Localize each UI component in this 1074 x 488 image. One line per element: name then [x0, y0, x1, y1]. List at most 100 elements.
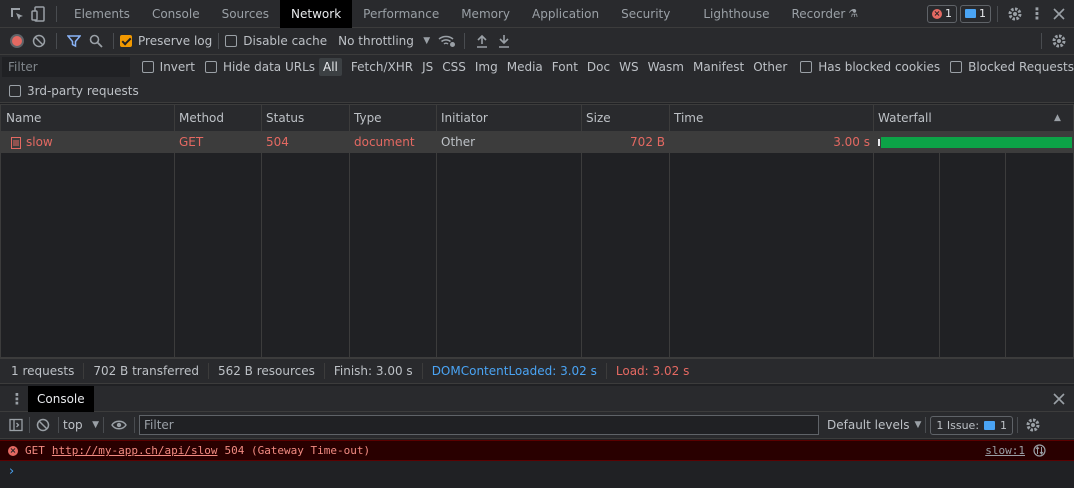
device-toolbar-icon[interactable] [28, 3, 50, 25]
network-request-table: Name Method Status Type Initiator Size T… [0, 104, 1074, 358]
close-devtools-icon[interactable] [1048, 3, 1070, 25]
disable-cache-checkbox[interactable]: Disable cache [225, 34, 327, 48]
console-settings-gear-icon[interactable] [1022, 414, 1044, 436]
request-time: 3.00 s [833, 135, 870, 149]
column-header-name[interactable]: Name [2, 105, 41, 132]
column-header-time[interactable]: Time [670, 105, 703, 132]
show-console-sidebar-icon[interactable] [5, 414, 27, 436]
dom-content-loaded-time: DOMContentLoaded: 3.02 s [423, 363, 607, 379]
waterfall-grid-line [1005, 153, 1006, 357]
column-header-size[interactable]: Size [582, 105, 611, 132]
sort-ascending-icon: ▲ [1054, 113, 1061, 123]
type-filter-other[interactable]: Other [749, 58, 791, 76]
tab-elements[interactable]: Elements [63, 0, 141, 28]
type-filter-img[interactable]: Img [471, 58, 502, 76]
request-type: document [354, 135, 415, 149]
column-divider [873, 105, 874, 357]
drawer-header: ⋮ Console [0, 385, 1074, 412]
invert-check[interactable] [141, 61, 154, 73]
divider [1017, 417, 1019, 433]
console-filter-input[interactable]: Filter [139, 415, 819, 435]
inspect-element-icon[interactable] [6, 3, 28, 25]
tab-network[interactable]: Network [280, 0, 353, 28]
more-options-icon[interactable]: ⋮ [1026, 3, 1048, 25]
export-har-icon[interactable] [493, 30, 515, 52]
blocked-requests-check[interactable] [950, 61, 963, 73]
column-header-type[interactable]: Type [350, 105, 382, 132]
record-stop-icon[interactable] [6, 30, 28, 52]
type-filter-media[interactable]: Media [503, 58, 547, 76]
third-party-check[interactable] [9, 84, 21, 97]
tab-sources[interactable]: Sources [211, 0, 280, 28]
network-settings-gear-icon[interactable] [1048, 30, 1070, 52]
third-party-requests-checkbox[interactable]: 3rd-party requests [9, 84, 139, 98]
preserve-log-checkbox[interactable]: Preserve log [120, 34, 212, 48]
type-filter-manifest[interactable]: Manifest [689, 58, 748, 76]
table-header: Name Method Status Type Initiator Size T… [1, 105, 1073, 132]
network-request-icon[interactable] [1028, 440, 1050, 462]
preserve-log-check[interactable] [120, 35, 132, 47]
filter-funnel-icon[interactable] [63, 30, 85, 52]
error-source-link[interactable]: slow:1 [985, 444, 1025, 457]
type-filter-doc[interactable]: Doc [583, 58, 614, 76]
type-filter-fetch-xhr[interactable]: Fetch/XHR [347, 58, 417, 76]
type-filter-css[interactable]: CSS [438, 58, 470, 76]
column-header-method[interactable]: Method [175, 105, 224, 132]
tab-recorder[interactable]: Recorder [781, 0, 857, 28]
throttling-select[interactable]: No throttling ▼ [338, 34, 430, 48]
request-method: GET [179, 135, 204, 149]
divider [1041, 33, 1042, 49]
column-divider [581, 105, 582, 357]
column-header-initiator[interactable]: Initiator [437, 105, 488, 132]
type-filter-js[interactable]: JS [418, 58, 437, 76]
divider [103, 417, 104, 433]
error-icon: × [932, 8, 942, 19]
blocked-requests-checkbox[interactable]: Blocked Requests [950, 60, 1074, 74]
settings-gear-icon[interactable] [1004, 3, 1026, 25]
clear-icon[interactable] [28, 30, 50, 52]
tab-performance[interactable]: Performance [352, 0, 450, 28]
column-header-status[interactable]: Status [262, 105, 304, 132]
console-prompt-row[interactable]: › [0, 462, 1074, 480]
hide-data-urls-check[interactable] [204, 61, 217, 73]
type-filter-font[interactable]: Font [548, 58, 582, 76]
resources-size: 562 B resources [209, 363, 325, 379]
error-url-link[interactable]: http://my-app.ch/api/slow [52, 444, 218, 457]
flask-icon: ⚗ [848, 7, 859, 20]
blocked-cookies-check[interactable] [800, 61, 813, 73]
tab-console[interactable]: Console [141, 0, 211, 28]
request-name[interactable]: slow [22, 132, 53, 153]
waterfall-waiting-marker [878, 139, 880, 146]
live-expression-eye-icon[interactable] [108, 414, 130, 436]
invert-checkbox[interactable]: Invert [141, 60, 195, 74]
close-drawer-icon[interactable] [1048, 388, 1070, 410]
has-blocked-cookies-checkbox[interactable]: Has blocked cookies [800, 60, 940, 74]
network-conditions-icon[interactable] [436, 30, 458, 52]
tab-security[interactable]: Security [610, 0, 681, 28]
error-count-badge[interactable]: × 1 [927, 4, 957, 23]
hide-data-urls-checkbox[interactable]: Hide data URLs [204, 60, 315, 74]
tab-lighthouse[interactable]: Lighthouse [681, 0, 780, 28]
issues-button[interactable]: 1 Issue: 1 [930, 415, 1014, 435]
divider [134, 417, 135, 433]
tab-memory[interactable]: Memory [450, 0, 521, 28]
column-header-waterfall[interactable]: Waterfall [874, 105, 932, 132]
network-filter-input[interactable]: Filter [2, 57, 130, 77]
type-filter-ws[interactable]: WS [615, 58, 642, 76]
waterfall-bar[interactable] [881, 137, 1072, 148]
message-count-badge[interactable]: 1 [960, 4, 991, 23]
search-icon[interactable] [85, 30, 107, 52]
divider [56, 33, 57, 49]
tab-application[interactable]: Application [521, 0, 610, 28]
waterfall-grid-line [939, 153, 940, 357]
javascript-context-select[interactable]: top ▼ [63, 418, 99, 432]
clear-console-icon[interactable] [32, 414, 54, 436]
import-har-icon[interactable] [471, 30, 493, 52]
table-row[interactable]: slow GET 504 document Other 702 B 3.00 s [1, 132, 1073, 153]
drawer-tab-console[interactable]: Console [28, 385, 94, 412]
type-filter-all[interactable]: All [319, 58, 342, 76]
type-filter-wasm[interactable]: Wasm [644, 58, 688, 76]
disable-cache-check[interactable] [225, 35, 238, 47]
log-levels-select[interactable]: Default levels ▼ [827, 418, 921, 432]
drawer-menu-icon[interactable]: ⋮ [6, 388, 28, 410]
